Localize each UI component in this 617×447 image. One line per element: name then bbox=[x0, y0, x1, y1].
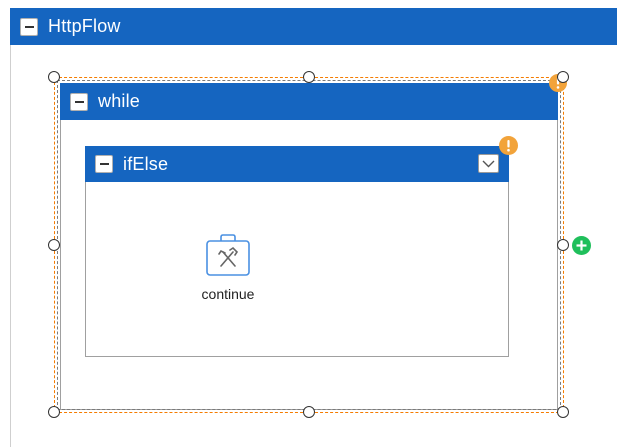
resize-handle-bottom-left[interactable] bbox=[48, 406, 60, 418]
continue-label: continue bbox=[201, 286, 255, 302]
ifelse-title: ifElse bbox=[123, 153, 169, 174]
flow-title: HttpFlow bbox=[48, 16, 121, 36]
toolbox-icon bbox=[206, 234, 250, 276]
resize-handle-bottom-center[interactable] bbox=[303, 406, 315, 418]
ifelse-collapse-button[interactable] bbox=[95, 155, 113, 173]
flow-header[interactable]: HttpFlow bbox=[10, 8, 617, 45]
resize-handle-middle-right[interactable] bbox=[557, 239, 569, 251]
ifelse-warning-icon[interactable] bbox=[499, 136, 518, 155]
resize-handle-top-left[interactable] bbox=[48, 71, 60, 83]
resize-handle-top-right[interactable] bbox=[557, 71, 569, 83]
ifelse-expand-button[interactable] bbox=[478, 154, 499, 173]
plus-circle-icon bbox=[576, 240, 587, 251]
resize-handle-top-center[interactable] bbox=[303, 71, 315, 83]
minus-icon bbox=[99, 163, 109, 165]
flow-collapse-button[interactable] bbox=[20, 17, 38, 36]
ifelse-header[interactable]: ifElse bbox=[85, 146, 509, 182]
resize-handle-bottom-right[interactable] bbox=[557, 406, 569, 418]
continue-node[interactable]: continue bbox=[190, 232, 266, 306]
chevron-down-icon bbox=[482, 160, 495, 168]
minus-icon bbox=[24, 25, 34, 28]
resize-handle-middle-left[interactable] bbox=[48, 239, 60, 251]
add-step-button[interactable] bbox=[572, 236, 591, 255]
